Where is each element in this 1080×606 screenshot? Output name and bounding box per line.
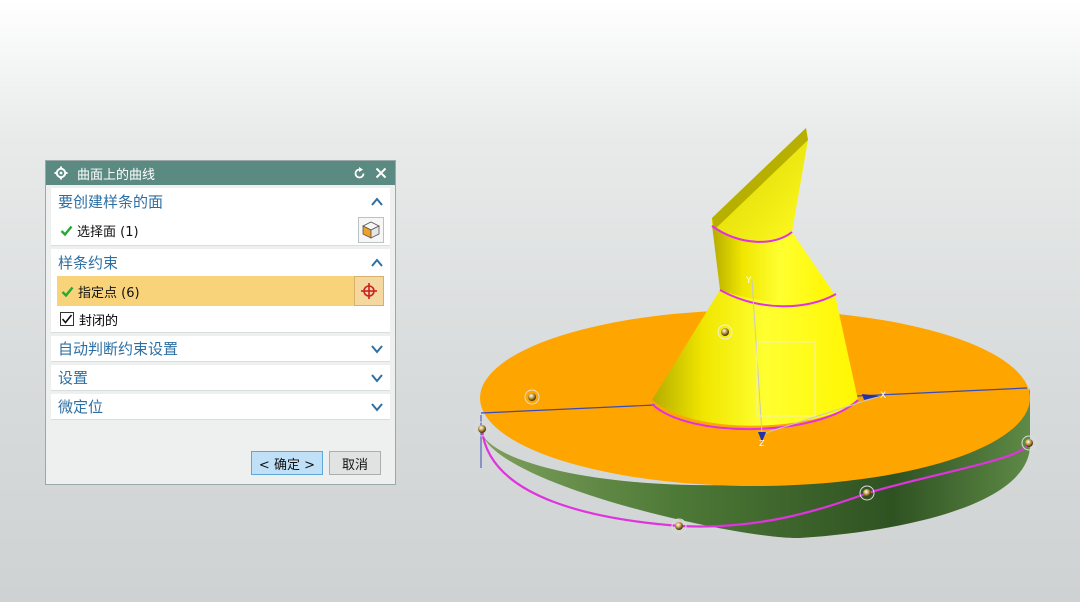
chevron-down-icon[interactable] — [370, 342, 384, 356]
section-faces-header[interactable]: 要创建样条的面 — [51, 188, 390, 215]
cube-face-icon[interactable] — [358, 217, 384, 243]
ok-button[interactable]: < 确定 > — [250, 451, 323, 475]
dialog-title: 曲面上的曲线 — [77, 167, 156, 183]
section-auto-header[interactable]: 自动判断约束设置 — [51, 336, 390, 361]
chevron-up-icon[interactable] — [370, 256, 384, 270]
closed-checkbox[interactable] — [60, 312, 74, 326]
section-fine-positioning: 微定位 — [51, 394, 390, 420]
section-auto-title: 自动判断约束设置 — [58, 340, 179, 358]
axis-label-x: X — [880, 391, 886, 401]
crosshair-icon[interactable] — [354, 276, 384, 306]
curve-on-surface-dialog: 曲面上的曲线 要创建样条的面 选择面 (1) 样条约束 指定点 (6) 封闭的 … — [45, 160, 396, 485]
cancel-button[interactable]: 取消 — [328, 451, 381, 475]
section-constraints-title: 样条约束 — [58, 254, 119, 272]
section-faces-title: 要创建样条的面 — [58, 193, 164, 211]
specify-point-row[interactable]: 指定点 (6) — [57, 276, 384, 306]
section-preview-header[interactable]: 微定位 — [51, 394, 390, 419]
section-settings: 设置 — [51, 365, 390, 391]
dialog-footer: < 确定 > 取消 — [250, 451, 381, 475]
section-constraints: 样条约束 指定点 (6) 封闭的 — [51, 249, 390, 333]
close-icon[interactable] — [373, 165, 389, 181]
section-settings-header[interactable]: 设置 — [51, 365, 390, 390]
chevron-down-icon[interactable] — [370, 400, 384, 414]
closed-checkbox-label: 封闭的 — [79, 313, 119, 329]
check-icon — [60, 225, 73, 236]
chevron-up-icon[interactable] — [370, 195, 384, 209]
specify-point-label: 指定点 (6) — [78, 285, 140, 301]
section-faces: 要创建样条的面 选择面 (1) — [51, 188, 390, 246]
select-face-row[interactable]: 选择面 (1) — [51, 215, 390, 245]
dialog-titlebar[interactable]: 曲面上的曲线 — [46, 161, 395, 185]
section-settings-title: 设置 — [58, 369, 89, 387]
section-auto-constraints: 自动判断约束设置 — [51, 336, 390, 362]
cone-lower-body[interactable] — [652, 290, 858, 426]
select-face-label: 选择面 (1) — [77, 224, 139, 240]
section-constraints-header[interactable]: 样条约束 — [51, 249, 390, 276]
section-preview-title: 微定位 — [58, 398, 104, 416]
axis-label-z: Z — [759, 439, 765, 448]
reset-icon[interactable] — [351, 165, 367, 181]
chevron-down-icon[interactable] — [370, 371, 384, 385]
gear-icon[interactable] — [54, 166, 68, 180]
axis-label-y: Y — [745, 276, 752, 286]
check-icon — [61, 286, 74, 297]
closed-checkbox-row[interactable]: 封闭的 — [51, 306, 390, 332]
